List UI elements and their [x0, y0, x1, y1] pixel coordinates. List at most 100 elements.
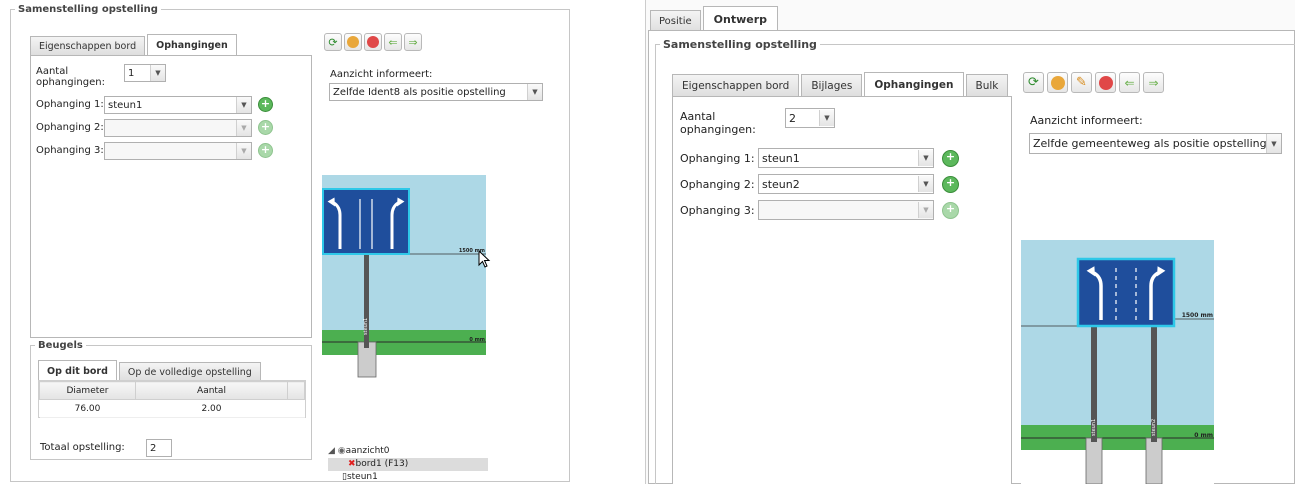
- left-ophanging3-label: Ophanging 3:: [36, 145, 104, 156]
- chevron-down-icon: ▼: [918, 176, 933, 192]
- right-dim-top: 1500 mm: [1182, 312, 1213, 319]
- chevron-down-icon: ▼: [236, 120, 251, 136]
- left-tabstrip: Eigenschappen bord Ophangingen: [30, 34, 237, 55]
- right-aanzicht-label: Aanzicht informeert:: [1030, 114, 1143, 127]
- left-tab-ophangingen[interactable]: Ophangingen: [147, 34, 237, 55]
- tree-node-bord-label: bord1 (F13): [355, 459, 409, 469]
- left-tab-eigenschappen[interactable]: Eigenschappen bord: [30, 36, 146, 55]
- right-ophanging2-select[interactable]: steun2 ▼: [758, 174, 934, 194]
- right-tab-bulk[interactable]: Bulk: [965, 74, 1009, 97]
- tree-node-aanzicht-label: aanzicht0: [345, 446, 390, 456]
- right-aanzicht-value: Zelfde gemeenteweg als positie opstellin…: [1033, 137, 1266, 150]
- chevron-down-icon: ▼: [236, 143, 251, 159]
- delete-icon: [1098, 75, 1113, 90]
- left-add-ophanging1-button[interactable]: +: [258, 97, 273, 112]
- left-add-ophanging2-button[interactable]: +: [258, 120, 273, 135]
- right-steun1-label: steun1: [1091, 419, 1097, 436]
- right-aanzicht-select[interactable]: Zelfde gemeenteweg als positie opstellin…: [1029, 133, 1282, 154]
- left-delete-button[interactable]: [364, 33, 382, 51]
- arrow-left-icon: ⇐: [1124, 75, 1135, 90]
- right-ophanging3-label: Ophanging 3:: [680, 204, 755, 217]
- foundation: [1145, 437, 1163, 484]
- left-palette-button[interactable]: [344, 33, 362, 51]
- right-dim-ground: 0 mm: [1194, 432, 1213, 439]
- right-tab-bijlages[interactable]: Bijlages: [801, 74, 863, 97]
- right-tab-positie[interactable]: Positie: [650, 10, 701, 32]
- right-delete-button[interactable]: [1095, 72, 1116, 93]
- right-group-title: Samenstelling opstelling: [663, 38, 817, 51]
- white-gap: [1021, 450, 1214, 484]
- left-ophanging2-label: Ophanging 2:: [36, 122, 104, 133]
- expand-icon: ◢: [328, 446, 338, 456]
- beugels-tab-op-dit-bord[interactable]: Op dit bord: [38, 360, 117, 381]
- beugels-table: Diameter Aantal 76.00 2.00: [39, 381, 305, 418]
- totaal-value: 2: [150, 442, 157, 454]
- right-add-ophanging1-button[interactable]: +: [942, 150, 959, 167]
- right-ophanging2-label: Ophanging 2:: [680, 178, 755, 191]
- error-x-icon: ✖: [348, 459, 356, 469]
- table-row[interactable]: 76.00 2.00: [39, 399, 305, 418]
- tree-node-steun-label: steun1: [346, 472, 378, 482]
- right-add-ophanging2-button[interactable]: +: [942, 176, 959, 193]
- tree-node-bord[interactable]: ✖bord1 (F13): [328, 458, 488, 471]
- beugels-title: Beugels: [38, 340, 83, 351]
- palette-icon: [347, 36, 359, 48]
- left-aantal-value: 1: [128, 67, 135, 79]
- right-refresh-button[interactable]: ⟳: [1023, 72, 1044, 93]
- cell-aantal: 2.00: [135, 399, 288, 418]
- right-aantal-value: 2: [789, 111, 796, 125]
- left-sign-preview: 1500 mm 0 mm steun1: [322, 175, 486, 378]
- left-aanzicht-select[interactable]: Zelfde Ident8 als positie opstelling ▼: [329, 83, 543, 101]
- arrow-left-icon: ⇐: [388, 35, 398, 49]
- left-ophanging1-select[interactable]: steun1 ▼: [104, 96, 252, 114]
- left-ophanging3-select[interactable]: ▼: [104, 142, 252, 160]
- right-aantal-label: Aantal ophangingen:: [680, 110, 756, 136]
- refresh-icon: ⟳: [328, 35, 338, 49]
- left-aantal-label: Aantal ophangingen:: [36, 66, 105, 88]
- right-aantal-select[interactable]: 2 ▼: [785, 108, 835, 128]
- tree-node-aanzicht[interactable]: ◢ ◉aanzicht0: [328, 445, 488, 458]
- right-palette-button[interactable]: [1047, 72, 1068, 93]
- right-ophanging3-select[interactable]: ▼: [758, 200, 934, 220]
- right-tabstrip: Eigenschappen bord Bijlages Ophangingen …: [672, 72, 1009, 97]
- left-arrow-left-button[interactable]: ⇐: [384, 33, 402, 51]
- left-aantal-select[interactable]: 1 ▼: [124, 64, 166, 82]
- right-tab-ophangingen[interactable]: Ophangingen: [864, 72, 964, 97]
- right-arrow-left-button[interactable]: ⇐: [1119, 72, 1140, 93]
- left-ophanging1-label: Ophanging 1:: [36, 99, 104, 110]
- right-tab-eigenschappen[interactable]: Eigenschappen bord: [672, 74, 800, 97]
- beugels-tab-volledige-opstelling[interactable]: Op de volledige opstelling: [118, 362, 261, 381]
- right-add-ophanging3-button[interactable]: +: [942, 202, 959, 219]
- totaal-field[interactable]: 2: [146, 439, 172, 457]
- beugels-tabstrip: Op dit bord Op de volledige opstelling: [38, 360, 261, 381]
- chevron-down-icon: ▼: [150, 65, 165, 81]
- left-refresh-button[interactable]: ⟳: [324, 33, 342, 51]
- left-ophanging2-select[interactable]: ▼: [104, 119, 252, 137]
- aanzicht-tree: ◢ ◉aanzicht0 ✖bord1 (F13) ▯steun1: [328, 445, 488, 484]
- left-group-title: Samenstelling opstelling: [18, 4, 158, 15]
- right-sign-preview: 1500 mm 0 mm steun1 steun2: [1021, 240, 1214, 484]
- left-add-ophanging3-button[interactable]: +: [258, 143, 273, 158]
- foundation: [1085, 437, 1103, 484]
- col-aantal[interactable]: Aantal: [135, 381, 288, 400]
- right-ophanging1-value: steun1: [762, 151, 800, 165]
- tree-node-steun[interactable]: ▯steun1: [328, 471, 488, 484]
- chevron-down-icon: ▼: [918, 150, 933, 166]
- left-dim-ground: 0 mm: [469, 337, 485, 343]
- right-edit-button[interactable]: ✎: [1071, 72, 1092, 93]
- right-tab-ontwerp[interactable]: Ontwerp: [702, 6, 779, 32]
- right-arrow-right-button[interactable]: ⇒: [1143, 72, 1164, 93]
- cursor-icon: [478, 250, 491, 268]
- palette-icon: [1050, 75, 1065, 90]
- chevron-down-icon: ▼: [819, 110, 834, 126]
- right-outer-tabstrip: Positie Ontwerp: [650, 6, 779, 32]
- right-ophanging2-value: steun2: [762, 177, 800, 191]
- beugels-grid: Diameter Aantal 76.00 2.00: [38, 380, 306, 418]
- sign-panel: [322, 188, 410, 255]
- left-arrow-right-button[interactable]: ⇒: [404, 33, 422, 51]
- col-diameter[interactable]: Diameter: [39, 381, 136, 400]
- totaal-label: Totaal opstelling:: [40, 442, 125, 453]
- right-ophanging1-select[interactable]: steun1 ▼: [758, 148, 934, 168]
- arrow-right-icon: ⇒: [1148, 75, 1159, 90]
- left-steun-label: steun1: [363, 318, 369, 335]
